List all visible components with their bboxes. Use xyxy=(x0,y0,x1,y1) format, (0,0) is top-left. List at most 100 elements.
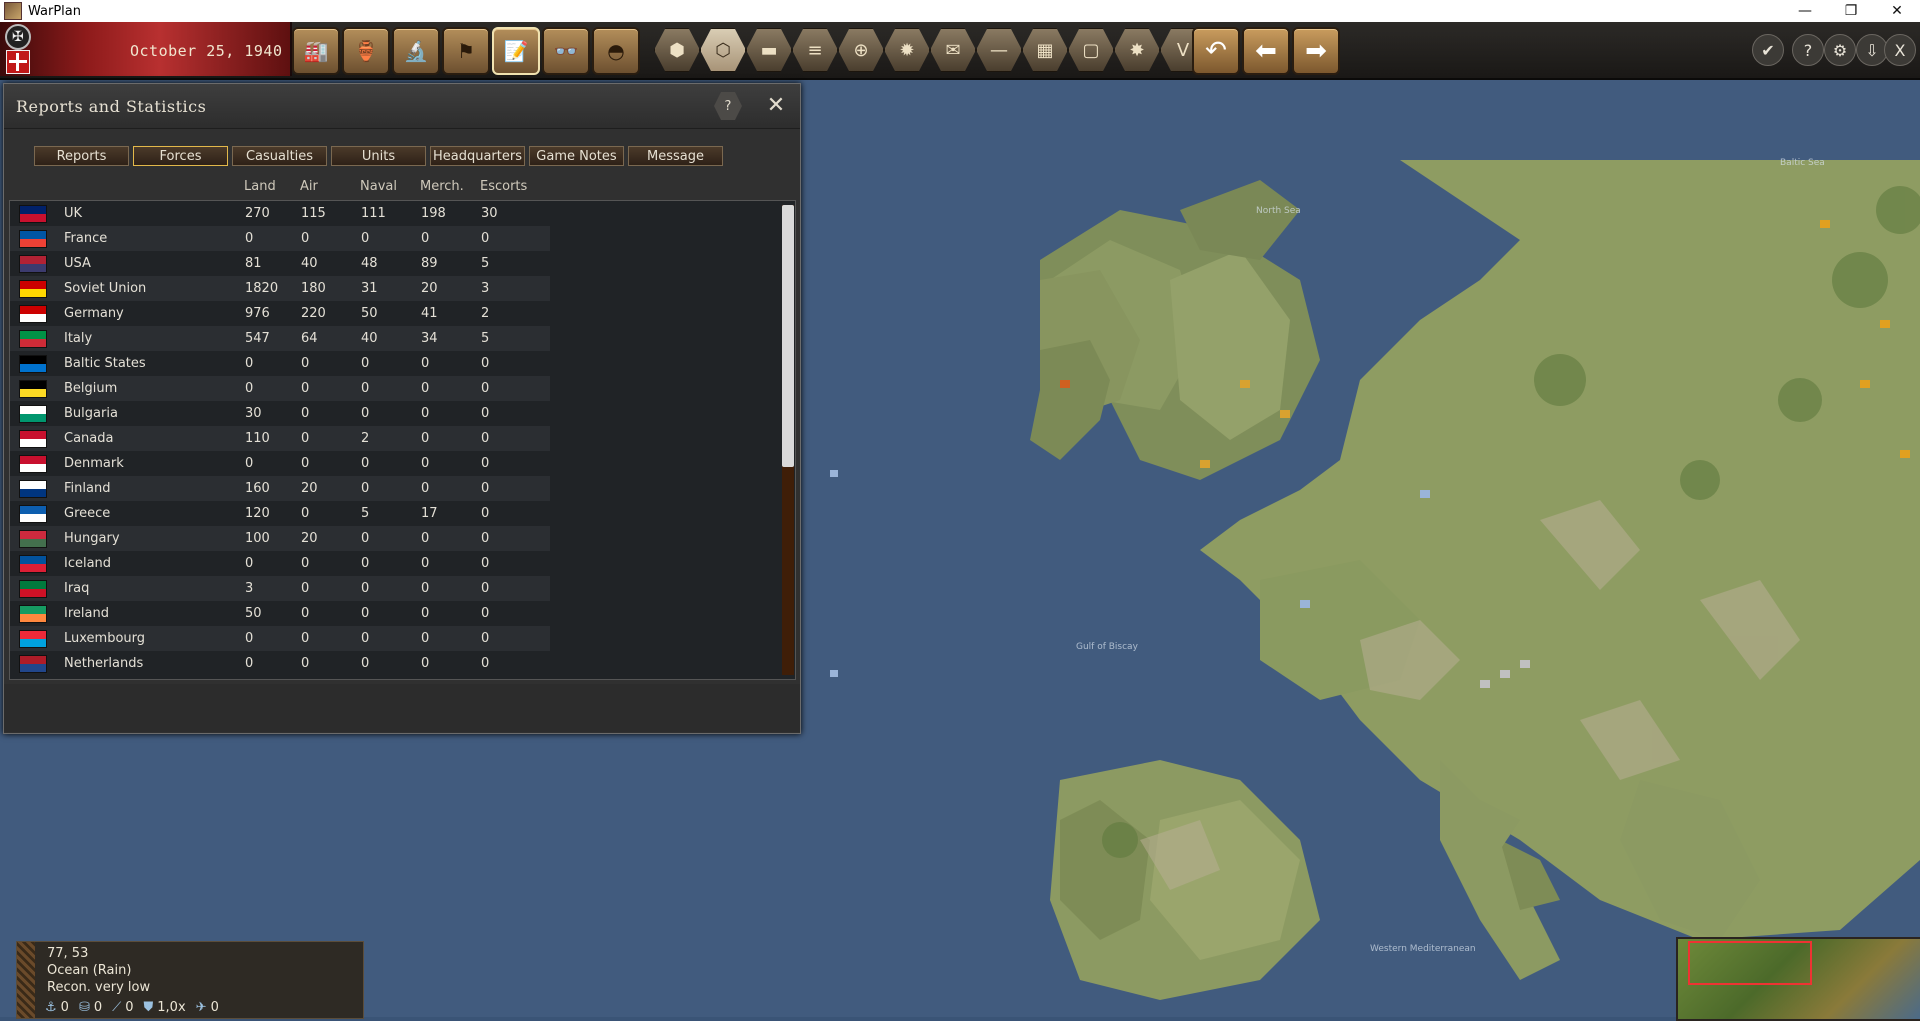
col-naval: Naval xyxy=(360,179,397,194)
minimap-viewport[interactable] xyxy=(1688,941,1812,985)
forces-table[interactable]: UK 270 115 111 198 30 France 0 0 0 0 0 USA 81 40 48 89 5 S… xyxy=(9,200,796,680)
hex-line-button[interactable]: — xyxy=(976,28,1022,72)
cell-merch: 0 xyxy=(421,531,430,546)
tab-units[interactable]: Units xyxy=(331,146,426,166)
cell-escorts: 0 xyxy=(481,631,490,646)
cell-land: 110 xyxy=(245,431,270,446)
country-name: Baltic States xyxy=(64,356,146,371)
cell-merch: 0 xyxy=(421,431,430,446)
hex-tank-button[interactable]: ▬ xyxy=(746,28,792,72)
hex-frame-button[interactable]: ▢ xyxy=(1068,28,1114,72)
panel-close-button[interactable]: ✕ xyxy=(764,94,788,118)
panel-help-button[interactable]: ? xyxy=(714,92,742,120)
tab-reports[interactable]: Reports xyxy=(34,146,129,166)
table-row[interactable]: Finland 160 20 0 0 0 xyxy=(10,476,550,501)
hex-squares-button[interactable]: ▦ xyxy=(1022,28,1068,72)
table-row[interactable]: Hungary 100 20 0 0 0 xyxy=(10,526,550,551)
game-toolbar: ✠ October 25, 1940 🏭 🏺 🔬 ⚑ 📝 👓 ◓ ⬢ ⬡ ▬ ≡ ⊕ ✹ ✉ — ▦ ▢ ✸ V ↶ ⬅… xyxy=(0,22,1920,80)
hex-grid-button[interactable]: ⬡ xyxy=(700,28,746,72)
table-row[interactable]: Iraq 3 0 0 0 0 xyxy=(10,576,550,601)
cell-naval: 111 xyxy=(361,206,386,221)
country-name: Bulgaria xyxy=(64,406,118,421)
cell-merch: 198 xyxy=(421,206,446,221)
table-row[interactable]: Germany 976 220 50 41 2 xyxy=(10,301,550,326)
hex-sun-button[interactable]: ✹ xyxy=(884,28,930,72)
settings-button[interactable]: ⚙ xyxy=(1824,34,1856,66)
table-row[interactable]: Bulgaria 30 0 0 0 0 xyxy=(10,401,550,426)
check-button[interactable]: ✔ xyxy=(1752,34,1784,66)
hex-explosion-button[interactable]: ✸ xyxy=(1114,28,1160,72)
tab-message[interactable]: Message xyxy=(628,146,723,166)
factory-button[interactable]: 🏭 xyxy=(292,27,340,75)
table-row[interactable]: Ireland 50 0 0 0 0 xyxy=(10,601,550,626)
table-row[interactable]: France 0 0 0 0 0 xyxy=(10,226,550,251)
table-row[interactable]: Iceland 0 0 0 0 0 xyxy=(10,551,550,576)
flag-icon xyxy=(19,205,47,223)
cell-escorts: 30 xyxy=(481,206,498,221)
table-row[interactable]: Denmark 0 0 0 0 0 xyxy=(10,451,550,476)
undo-button[interactable]: ↶ xyxy=(1192,27,1240,75)
supply-button[interactable]: 🏺 xyxy=(342,27,390,75)
tab-headquarters[interactable]: Headquarters xyxy=(430,146,525,166)
cell-air: 180 xyxy=(301,281,326,296)
table-row[interactable]: Netherlands 0 0 0 0 0 xyxy=(10,651,550,676)
table-row[interactable]: Luxembourg 0 0 0 0 0 xyxy=(10,626,550,651)
hex-target-icon: ⊕ xyxy=(853,39,869,61)
cell-air: 20 xyxy=(301,481,318,496)
flag-button[interactable]: ⚑ xyxy=(442,27,490,75)
window-titlebar: WarPlan — ❐ ✕ xyxy=(0,0,1920,23)
flag-icon xyxy=(19,430,47,448)
hex-mail-button[interactable]: ✉ xyxy=(930,28,976,72)
hex-recon: Recon. very low xyxy=(47,980,151,995)
hex-squares-icon: ▦ xyxy=(1036,39,1054,61)
cell-naval: 5 xyxy=(361,506,370,521)
back-arrow-button[interactable]: ⬅ xyxy=(1242,27,1290,75)
hex-terrain-button[interactable]: ⬢ xyxy=(654,28,700,72)
scrollbar-thumb[interactable] xyxy=(782,205,794,467)
tab-game-notes[interactable]: Game Notes xyxy=(529,146,624,166)
hex-stat-value: 1,0x xyxy=(157,1000,186,1015)
helmet-icon: ◓ xyxy=(607,39,625,63)
table-row[interactable]: Soviet Union 1820 180 31 20 3 xyxy=(10,276,550,301)
cell-naval: 2 xyxy=(361,431,370,446)
cell-naval: 0 xyxy=(361,531,370,546)
restore-button[interactable]: ❐ xyxy=(1828,0,1874,22)
close-button[interactable]: ✕ xyxy=(1874,0,1920,22)
flag-icon xyxy=(19,330,47,348)
flag-icon xyxy=(19,405,47,423)
flag-icon xyxy=(19,505,47,523)
country-name: Ireland xyxy=(64,606,109,621)
table-row[interactable]: Canada 110 0 2 0 0 xyxy=(10,426,550,451)
binoculars-button[interactable]: 👓 xyxy=(542,27,590,75)
anchor-icon: ⚓ xyxy=(45,1000,57,1015)
table-row[interactable]: UK 270 115 111 198 30 xyxy=(10,201,550,226)
cell-merch: 0 xyxy=(421,656,430,671)
report-button[interactable]: 📝 xyxy=(492,27,540,75)
flag-icon xyxy=(19,455,47,473)
country-name: Greece xyxy=(64,506,111,521)
tab-forces[interactable]: Forces xyxy=(133,146,228,166)
help-button[interactable]: ? xyxy=(1792,34,1824,66)
tab-casualties[interactable]: Casualties xyxy=(232,146,327,166)
microscope-button[interactable]: 🔬 xyxy=(392,27,440,75)
hex-target-button[interactable]: ⊕ xyxy=(838,28,884,72)
cell-naval: 0 xyxy=(361,581,370,596)
cell-land: 0 xyxy=(245,556,254,571)
table-row[interactable]: Baltic States 0 0 0 0 0 xyxy=(10,351,550,376)
minimize-button[interactable]: — xyxy=(1782,0,1828,22)
minimap[interactable] xyxy=(1676,937,1920,1021)
cell-land: 50 xyxy=(245,606,262,621)
table-row[interactable]: Greece 120 0 5 17 0 xyxy=(10,501,550,526)
hex-stack-button[interactable]: ≡ xyxy=(792,28,838,72)
helmet-button[interactable]: ◓ xyxy=(592,27,640,75)
table-row[interactable]: Italy 547 64 40 34 5 xyxy=(10,326,550,351)
forward-arrow-button[interactable]: ➡ xyxy=(1292,27,1340,75)
save-icon: ⇩ xyxy=(1865,40,1879,60)
cell-merch: 0 xyxy=(421,231,430,246)
cell-escorts: 5 xyxy=(481,256,490,271)
cell-land: 0 xyxy=(245,231,254,246)
exit-button[interactable]: X xyxy=(1884,34,1916,66)
table-row[interactable]: USA 81 40 48 89 5 xyxy=(10,251,550,276)
table-row[interactable]: Belgium 0 0 0 0 0 xyxy=(10,376,550,401)
flag-icon xyxy=(19,355,47,373)
